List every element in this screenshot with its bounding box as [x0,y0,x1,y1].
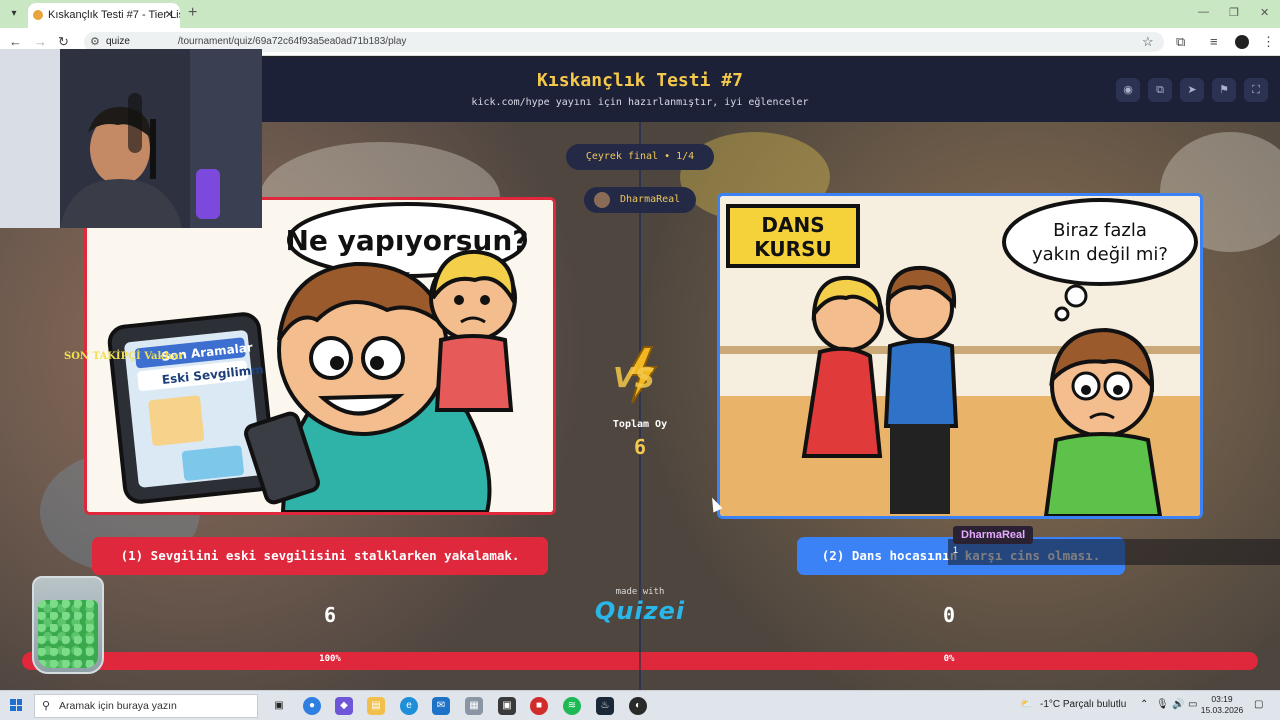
total-votes-label: Toplam Oy [612,419,668,430]
option-2-illustration: DANS KURSU Biraz fazla yakın değil mi? [720,196,1200,516]
vote-progress-midline [639,652,641,670]
store-icon[interactable]: ▣ [498,697,516,715]
quizei-logo[interactable]: Quizei [590,597,690,625]
search-icon: ⚲ [42,700,51,712]
tab-search-icon[interactable]: ▾ [6,6,22,22]
eye-icon[interactable]: ◉ [1116,78,1140,102]
total-votes-value: 6 [633,435,647,459]
option-2-percent: 0% [943,654,955,664]
tab-strip: ▾ Kıskançlık Testi #7 - Tier List, K ✕ +… [0,0,1280,28]
volume-icon[interactable]: 🔊 [1172,699,1184,710]
fullscreen-icon[interactable]: ⛶ [1244,78,1268,102]
option-2-votes: 0 [942,603,956,627]
url-path: /tournament/quiz/69a72c64f93a5ea0ad71b18… [177,36,407,47]
round-indicator: Çeyrek final • 1/4 [566,144,714,170]
app-icon-1[interactable]: ▦ [465,697,483,715]
flag-icon[interactable]: ⚑ [1212,78,1236,102]
copy-icon[interactable]: ⧉ [1148,78,1172,102]
vs-icon: VS [613,346,658,404]
bookmark-star-icon[interactable]: ☆ [1142,33,1154,51]
steam-icon[interactable]: ♨ [596,697,614,715]
option-2-card[interactable]: DANS KURSU Biraz fazla yakın değil mi? [717,193,1203,519]
tab-title: Kıskançlık Testi #7 - Tier List, K [48,9,180,21]
window-close-icon[interactable]: ✕ [1260,6,1269,19]
option-1-votes: 6 [323,603,337,627]
dance-sign-line-2: KURSU [754,237,831,261]
voter-name: DharmaReal [620,194,681,205]
profile-avatar[interactable] [1235,35,1249,49]
option-2-bubble-line-2: yakın değil mi? [1032,244,1168,265]
reading-list-icon[interactable]: ≡ [1210,33,1218,51]
browser-tab[interactable]: Kıskançlık Testi #7 - Tier List, K ✕ [28,3,180,28]
browser-menu-icon[interactable]: ⋮ [1262,33,1275,51]
tab-close-icon[interactable]: ✕ [165,8,174,21]
weather-icon[interactable]: ⛅ [1020,699,1032,710]
clock-time: 03:19 [1211,694,1233,704]
option-1-percent: 100% [319,654,341,664]
app-icon-3[interactable]: ◐ [629,697,647,715]
donation-jar-overlay [32,576,104,674]
clock[interactable]: 03:19 15.03.2026 [1198,694,1246,716]
made-with-label: made with [615,587,665,597]
restore-icon[interactable]: ❐ [1229,6,1239,19]
outlook-icon[interactable]: ✉ [432,697,450,715]
task-view-icon[interactable]: ▣ [270,697,288,715]
site-info-icon[interactable]: ⚙ [90,35,100,48]
tray-overflow-icon[interactable]: ⌃ [1140,699,1148,710]
voter-avatar [594,192,610,208]
file-explorer-icon[interactable]: ▤ [367,697,385,715]
notifications-icon[interactable]: ▢ [1254,699,1263,710]
option-1-caption[interactable]: (1) Sevgilini eski sevgilisini stalklark… [92,537,548,575]
url-host: quize [106,36,130,47]
spotify-icon[interactable]: ≋ [563,697,581,715]
new-tab-icon[interactable]: + [188,5,197,21]
option-2-bubble-line-1: Biraz fazla [1053,220,1147,241]
option-1-bubble-text: Ne yapıyorsun? [285,224,528,257]
copilot-icon[interactable]: ◆ [335,697,353,715]
last-follower-overlay: SON TAKİPÇİ Vakhar [64,351,184,362]
dance-sign-line-1: DANS [761,213,824,237]
clock-date: 15.03.2026 [1200,705,1244,715]
taskbar-search-placeholder: Aramak için buraya yazın [59,700,177,712]
extensions-icon[interactable]: ⧉ [1176,33,1185,51]
weather-text[interactable]: -1°C Parçalı bulutlu [1040,699,1126,710]
chrome-icon[interactable]: ● [303,697,321,715]
start-windows-icon[interactable] [10,699,22,711]
vote-progress-bar: 100% 0% [22,652,1258,670]
tab-favicon-icon [33,10,43,20]
mic-icon[interactable]: 🎙 [1156,699,1169,710]
vs-text: VS [613,361,655,394]
app-icon-2[interactable]: ■ [530,697,548,715]
windows-taskbar: ⚲ Aramak için buraya yazın ▣ ● ◆ ▤ e ✉ ▦… [0,690,1280,720]
taskbar-search[interactable]: ⚲ Aramak için buraya yazın [34,694,258,718]
share-icon[interactable]: ➤ [1180,78,1204,102]
chat-count: 1 [953,545,959,555]
minimize-icon[interactable]: — [1198,6,1209,18]
chat-user-name: DharmaReal [961,529,1026,541]
voter-badge: DharmaReal [584,187,696,213]
edge-icon[interactable]: e [400,697,418,715]
chat-user-tag: DharmaReal [953,526,1034,544]
webcam-overlay [0,49,262,228]
network-icon[interactable]: ▭ [1188,699,1197,710]
